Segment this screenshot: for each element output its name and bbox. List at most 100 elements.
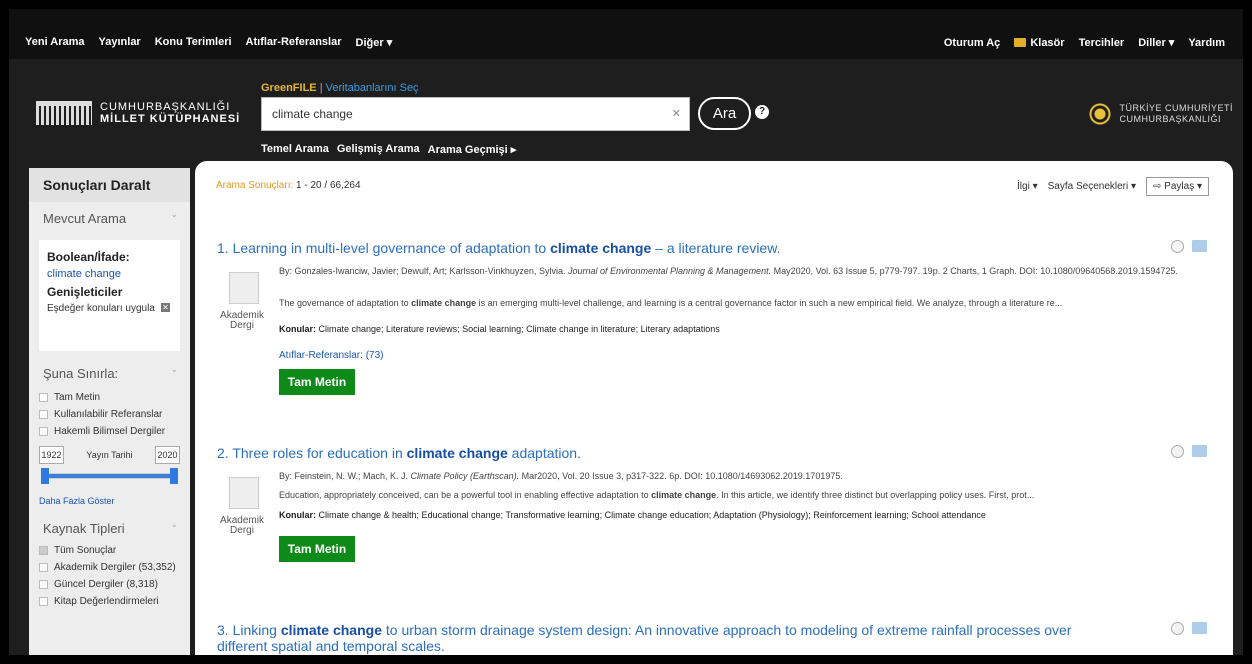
- preview-icon[interactable]: [1171, 445, 1184, 458]
- result-subjects: Konular: Climate change & health; Educat…: [279, 510, 986, 520]
- document-icon: [229, 272, 259, 304]
- current-search-header[interactable]: Mevcut Arama ⌄: [29, 202, 190, 234]
- search-query: climate change: [272, 107, 353, 121]
- help-icon[interactable]: ?: [755, 105, 769, 119]
- sort-menu[interactable]: İlgi ▾: [1017, 181, 1038, 192]
- result-item: 3. Linking climate change to urban storm…: [217, 622, 1207, 655]
- source-academic[interactable]: Akademik Dergiler (53,352): [29, 559, 190, 576]
- year-from-input[interactable]: 1922: [39, 446, 64, 464]
- refine-sidebar: Sonuçları Daralt Mevcut Arama ⌄ Boolean/İ…: [29, 168, 190, 655]
- subjects-list[interactable]: Climate change & health; Educational cha…: [316, 510, 986, 520]
- abstract-part: is an emerging multi-level challenge, an…: [476, 298, 1063, 308]
- add-to-folder-icon[interactable]: [1192, 622, 1207, 634]
- preview-icon[interactable]: [1171, 240, 1184, 253]
- boolean-value-link[interactable]: climate change: [47, 268, 172, 280]
- results-panel: Arama Sonuçları: 1 - 20 / 66,264 İlgi ▾ …: [195, 161, 1233, 655]
- result-title-link[interactable]: 2. Three roles for education in climate …: [217, 445, 1207, 461]
- languages-menu[interactable]: Diller ▾: [1138, 36, 1174, 49]
- source-reviews[interactable]: Kitap Değerlendirmeleri: [29, 593, 190, 610]
- checkbox[interactable]: [39, 563, 48, 572]
- result-item: 2. Three roles for education in climate …: [217, 445, 1207, 585]
- top-navigation: Yeni Arama Yayınlar Konu Terimleri Atıfl…: [9, 9, 1243, 59]
- add-to-folder-icon[interactable]: [1192, 445, 1207, 457]
- result-item: 1. Learning in multi-level governance of…: [217, 240, 1207, 410]
- chevron-down-icon: ⌄: [170, 519, 178, 529]
- full-text-button[interactable]: Tam Metin: [279, 369, 355, 395]
- page-options-menu[interactable]: Sayfa Seçenekleri ▾: [1048, 181, 1136, 192]
- search-header: CUMHURBAŞKANLIĞI MİLLET KÜTÜPHANESİ Gree…: [9, 59, 1243, 158]
- show-more-link[interactable]: Daha Fazla Göster: [29, 490, 190, 512]
- title-highlight: climate change: [406, 445, 508, 461]
- checkbox[interactable]: [39, 393, 48, 402]
- advanced-search-link[interactable]: Gelişmiş Arama: [337, 143, 420, 156]
- limit-references[interactable]: Kullanılabilir Referanslar: [29, 406, 190, 423]
- title-part: adaptation.: [507, 445, 581, 461]
- expander-item: Eşdeğer konuları uygula ✕: [47, 303, 172, 314]
- folder-link[interactable]: Klasör: [1014, 37, 1065, 49]
- login-link[interactable]: Oturum Aç: [944, 37, 1000, 49]
- checkbox-checked[interactable]: [39, 546, 48, 555]
- chevron-down-icon: ⌄: [170, 209, 178, 219]
- result-citation: By: Feinstein, N. W.; Mach, K. J. Climat…: [279, 470, 1179, 482]
- nav-more[interactable]: Diğer ▾: [356, 36, 393, 49]
- journal[interactable]: Journal of Environmental Planning & Mana…: [568, 266, 771, 276]
- result-subjects: Konular: Climate change; Literature revi…: [279, 324, 720, 334]
- source-magazines[interactable]: Güncel Dergiler (8,318): [29, 576, 190, 593]
- checkbox[interactable]: [39, 580, 48, 589]
- source-academic-label: Akademik Dergiler (53,352): [54, 562, 176, 573]
- app-frame: Yeni Arama Yayınlar Konu Terimleri Atıfl…: [9, 9, 1243, 655]
- checkbox[interactable]: [39, 410, 48, 419]
- authors: By: Feinstein, N. W.; Mach, K. J.: [279, 471, 411, 481]
- checkbox[interactable]: [39, 427, 48, 436]
- result-citation: By: Gonzales-Iwanciw, Javier; Dewulf, Ar…: [279, 265, 1179, 277]
- result-title-link[interactable]: 3. Linking climate change to urban storm…: [217, 622, 1117, 654]
- clear-icon[interactable]: ✕: [672, 107, 681, 120]
- basic-search-link[interactable]: Temel Arama: [261, 143, 329, 156]
- slider-handle-end[interactable]: [170, 468, 178, 484]
- source-types-header[interactable]: Kaynak Tipleri ⌄: [29, 512, 190, 542]
- limit-to-header[interactable]: Şuna Sınırla: ⌄: [29, 357, 190, 389]
- choose-databases-link[interactable]: Veritabanlarını Seç: [326, 82, 419, 94]
- nav-publications[interactable]: Yayınlar: [99, 36, 141, 49]
- result-title-link[interactable]: 1. Learning in multi-level governance of…: [217, 240, 1207, 256]
- journal[interactable]: Climate Policy (Earthscan).: [411, 471, 520, 481]
- search-button[interactable]: Ara: [698, 97, 751, 130]
- current-search-label: Mevcut Arama: [43, 211, 127, 226]
- search-input[interactable]: climate change ✕: [261, 97, 690, 131]
- title-part: 1. Learning in multi-level governance of…: [217, 240, 551, 256]
- source-all[interactable]: Tüm Sonuçlar: [29, 542, 190, 559]
- help-link[interactable]: Yardım: [1188, 37, 1225, 49]
- subjects-list[interactable]: Climate change; Literature reviews; Soci…: [316, 324, 720, 334]
- nav-subject-terms[interactable]: Konu Terimleri: [155, 36, 232, 49]
- preview-icon[interactable]: [1171, 622, 1184, 635]
- result-abstract: Education, appropriately conceived, can …: [279, 490, 1034, 500]
- preferences-link[interactable]: Tercihler: [1079, 37, 1125, 49]
- full-text-button[interactable]: Tam Metin: [279, 536, 355, 562]
- library-logo[interactable]: CUMHURBAŞKANLIĞI MİLLET KÜTÜPHANESİ: [36, 101, 240, 125]
- sidebar-title: Sonuçları Daralt: [29, 168, 190, 202]
- slider-handle-start[interactable]: [41, 468, 49, 484]
- share-button[interactable]: ⇨ Paylaş ▾: [1146, 177, 1209, 196]
- remove-expander-icon[interactable]: ✕: [161, 303, 170, 312]
- limit-to-label: Şuna Sınırla:: [43, 366, 119, 381]
- results-tools: İlgi ▾ Sayfa Seçenekleri ▾ ⇨ Paylaş ▾: [1017, 177, 1209, 196]
- folder-icon: [1014, 37, 1027, 47]
- year-label: Yayın Tarihi: [86, 450, 133, 460]
- search-history-link[interactable]: Arama Geçmişi ▸: [428, 143, 517, 156]
- nav-new-search[interactable]: Yeni Arama: [25, 36, 85, 49]
- citations-link[interactable]: Atıflar-Referanslar: (73): [279, 350, 383, 361]
- boolean-label: Boolean/İfade:: [47, 250, 130, 264]
- year-slider[interactable]: [41, 468, 178, 486]
- authors: By: Gonzales-Iwanciw, Javier; Dewulf, Ar…: [279, 266, 568, 276]
- abstract-part: The governance of adaptation to: [279, 298, 412, 308]
- nav-citations[interactable]: Atıflar-Referanslar: [246, 36, 342, 49]
- limit-peer-reviewed[interactable]: Hakemli Bilimsel Dergiler: [29, 423, 190, 440]
- title-part: – a literature review.: [651, 240, 781, 256]
- database-name: GreenFILE: [261, 82, 317, 94]
- title-highlight: climate change: [550, 240, 652, 256]
- abstract-highlight: climate change: [411, 298, 477, 308]
- year-to-input[interactable]: 2020: [155, 446, 180, 464]
- add-to-folder-icon[interactable]: [1192, 240, 1207, 252]
- checkbox[interactable]: [39, 597, 48, 606]
- limit-fulltext[interactable]: Tam Metin: [29, 389, 190, 406]
